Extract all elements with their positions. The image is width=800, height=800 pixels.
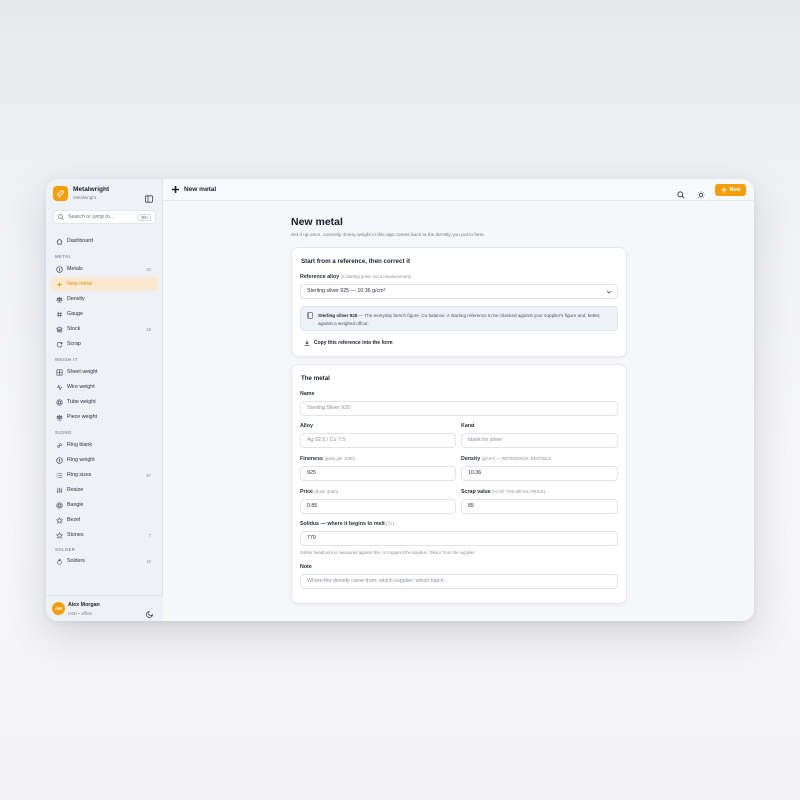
sidebar: Metalwright Metalwright Search or jump t…	[46, 179, 163, 621]
karat-label: Karat	[461, 423, 475, 429]
list-icon	[55, 471, 63, 479]
chevron-down-icon	[606, 290, 612, 294]
brand-logo-icon	[53, 186, 68, 201]
sidebar-item-density[interactable]: Density	[51, 292, 158, 306]
density-field[interactable]: 10.36	[461, 466, 618, 481]
moon-icon[interactable]	[146, 605, 154, 618]
sidebar-toggle-icon[interactable]	[145, 190, 153, 203]
user-panel[interactable]: AM Alex Morgan USD • offline	[46, 595, 163, 621]
sidebar-item-scrap[interactable]: Scrap	[51, 337, 158, 351]
main: New metal New New metal Set it up once, …	[163, 179, 754, 621]
link-icon	[55, 441, 63, 449]
solidus-field[interactable]: 779	[300, 531, 618, 546]
star-icon	[55, 516, 63, 524]
topbar: New metal New	[163, 179, 754, 201]
sidebar-item-sheet-weight[interactable]: Sheet weight	[51, 365, 158, 379]
sidebar-item-ring-weight[interactable]: Ring weight	[51, 453, 158, 467]
note-field[interactable]: Where the density came from; which suppl…	[300, 574, 618, 589]
solidus-label: Solidus — where it begins to melt (°C)	[300, 521, 394, 527]
name-label: Name	[300, 391, 315, 397]
flame-icon	[55, 557, 63, 565]
sidebar-item-gauge[interactable]: Gauge	[51, 307, 158, 321]
layers-icon	[55, 325, 63, 333]
reference-card-heading: Start from a reference, then correct it	[301, 258, 411, 265]
fineness-field[interactable]: 925	[300, 466, 456, 481]
plus-icon	[55, 280, 63, 288]
sidebar-item-dashboard[interactable]: Dashboard	[51, 234, 158, 248]
grid-icon	[55, 368, 63, 376]
sidebar-item-piece-weight[interactable]: Piece weight	[51, 410, 158, 424]
sidebar-item-bangle[interactable]: Bangle	[51, 498, 158, 512]
sidebar-item-bezel[interactable]: Bezel	[51, 513, 158, 527]
nav-section-sizing: SIZING	[55, 430, 72, 435]
new-button[interactable]: New	[715, 184, 746, 196]
sidebar-item-tube-weight[interactable]: Tube weight	[51, 395, 158, 409]
search-icon	[58, 214, 64, 220]
book-icon	[307, 312, 313, 319]
search-input[interactable]: Search or jump to... ⌘K	[53, 210, 156, 224]
home-icon	[55, 237, 63, 245]
density-label: Density (g/cm³) — REFERENCE, EDITABLE	[461, 456, 552, 462]
search-shortcut: ⌘K	[138, 214, 151, 221]
user-status: USD • offline	[68, 611, 93, 616]
nav-section-weigh-it: WEIGH IT	[55, 357, 78, 362]
brand[interactable]: Metalwright Metalwright	[53, 186, 109, 201]
sidebar-item-stock[interactable]: Stock 18	[51, 322, 158, 336]
theme-sun-icon[interactable]	[697, 186, 705, 199]
avatar: AM	[52, 602, 65, 615]
price-label: Price ($ per gram)	[300, 489, 339, 495]
wave-icon	[55, 383, 63, 391]
download-icon	[304, 340, 310, 346]
metal-card: The metal Name Sterling Silver 925 Alloy…	[291, 364, 627, 604]
scrap-value-label: Scrap value (% OF THE METAL PRICE)	[461, 489, 546, 495]
target-icon	[55, 501, 63, 509]
reference-info-box: Sterling silver 925 — The everyday bench…	[300, 306, 618, 331]
nav-section-metal: METAL	[55, 254, 72, 259]
sliders-icon	[55, 486, 63, 494]
recycle-icon	[55, 340, 63, 348]
sidebar-item-stones[interactable]: Stones 7	[51, 528, 158, 542]
karat-field[interactable]: blank for silver	[461, 433, 618, 448]
coin-icon	[55, 456, 63, 464]
brand-name: Metalwright	[73, 186, 110, 193]
price-field[interactable]: 0.85	[300, 499, 456, 514]
topbar-title: New metal	[171, 185, 216, 194]
alloy-label: Alloy	[300, 423, 313, 429]
reference-alloy-label: Reference alloy (a starting point, not a…	[300, 274, 412, 280]
plus-icon	[721, 187, 726, 193]
hash-icon	[55, 310, 63, 318]
reference-card: Start from a reference, then correct it …	[291, 247, 627, 357]
circle-icon	[55, 398, 63, 406]
sidebar-item-wire-weight[interactable]: Wire weight	[51, 380, 158, 394]
reference-info-text: Sterling silver 925 — The everyday bench…	[318, 313, 601, 326]
nav-section-solder: SOLDER	[55, 547, 76, 552]
user-name: Alex Morgan	[68, 602, 100, 608]
sidebar-item-resize[interactable]: Resize	[51, 483, 158, 497]
sidebar-item-ring-blank[interactable]: Ring blank	[51, 438, 158, 452]
page-title: New metal	[291, 216, 343, 228]
solidus-note: Solder headroom is measured against this…	[300, 550, 476, 555]
reference-alloy-select[interactable]: Sterling silver 925 — 10.36 g/cm³	[300, 284, 618, 299]
sidebar-item-metals[interactable]: Metals 10	[51, 262, 158, 276]
brand-subtitle: Metalwright	[73, 195, 97, 200]
plus-icon	[172, 186, 179, 193]
coin-icon	[55, 265, 63, 273]
app-window: Metalwright Metalwright Search or jump t…	[46, 179, 754, 621]
page-subtitle: Set it up once, correctly. Every weight …	[291, 233, 486, 238]
alloy-field[interactable]: Ag 92.5 / Cu 7.5	[300, 433, 456, 448]
search-icon[interactable]	[677, 186, 685, 199]
name-field[interactable]: Sterling Silver 925	[300, 401, 618, 416]
sidebar-item-solders[interactable]: Solders 10	[51, 554, 158, 568]
metal-card-heading: The metal	[301, 375, 330, 382]
scale-icon	[55, 413, 63, 421]
scale-icon	[55, 295, 63, 303]
scrap-value-field[interactable]: 85	[461, 499, 618, 514]
sidebar-item-new-metal[interactable]: New metal	[51, 277, 158, 291]
copy-reference-button[interactable]: Copy this reference into the form	[300, 337, 397, 349]
sidebar-item-ring-sizes[interactable]: Ring sizes 97	[51, 468, 158, 482]
star-icon	[55, 531, 63, 539]
fineness-label: Fineness (parts per 1000)	[300, 456, 356, 462]
note-label: Note	[300, 564, 312, 570]
search-placeholder: Search or jump to...	[68, 214, 115, 220]
